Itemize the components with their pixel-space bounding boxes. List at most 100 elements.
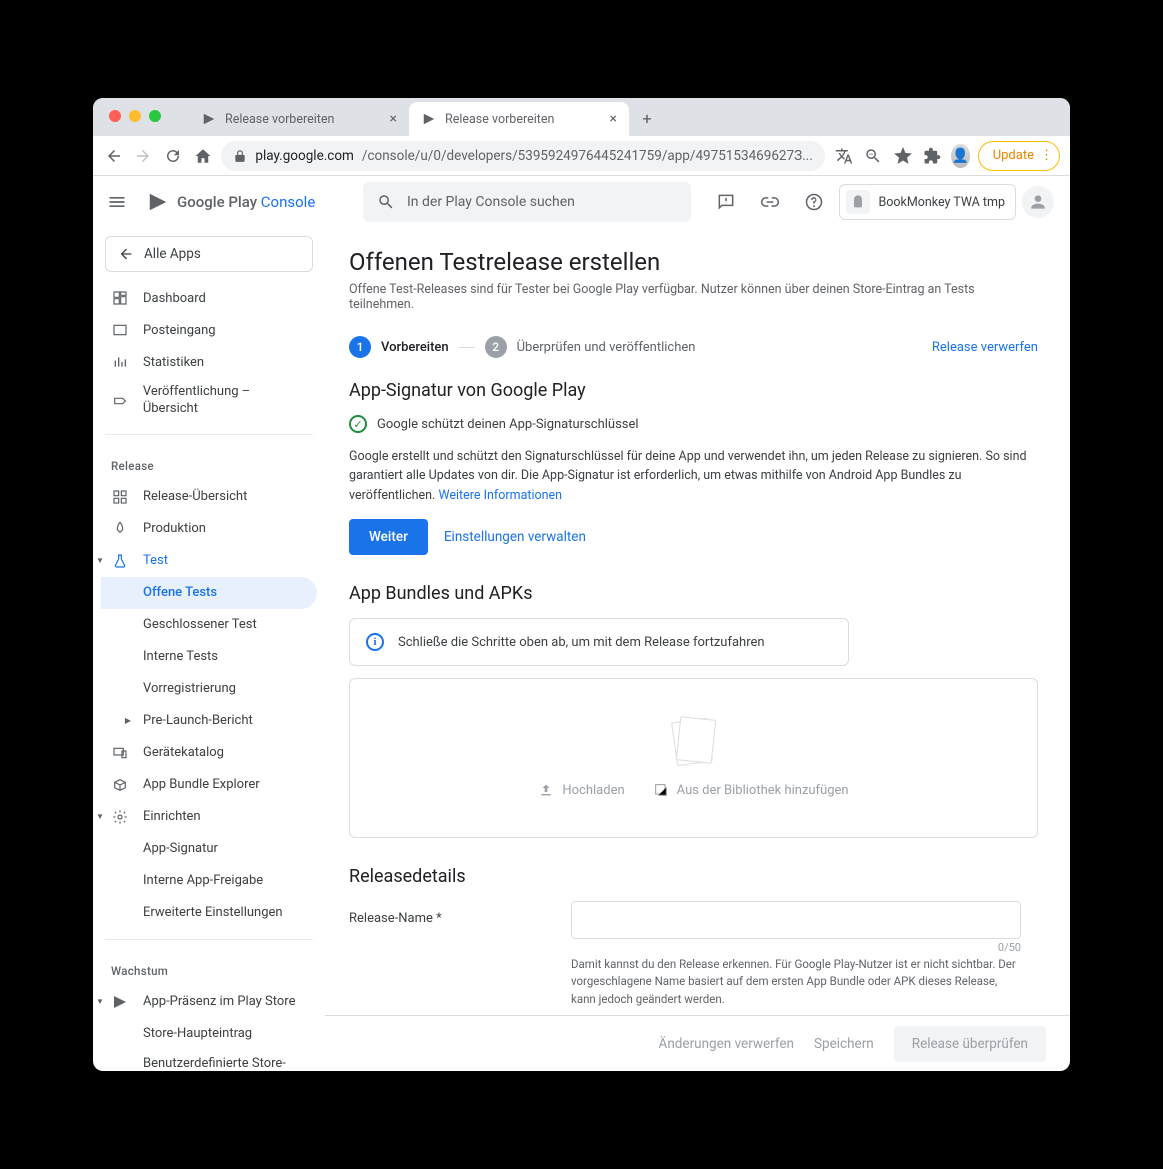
bookmark-icon[interactable] [892,142,914,170]
all-apps-button[interactable]: Alle Apps [105,236,313,272]
sidebar-item-internal-tests[interactable]: Interne Tests [101,641,317,673]
sidebar-item-release-overview[interactable]: Release-Übersicht [101,481,317,513]
sidebar-item-internal-sharing[interactable]: Interne App-Freigabe [101,865,317,897]
check-icon: ✓ [349,415,367,433]
sidebar-item-advanced[interactable]: Erweiterte Einstellungen [101,897,317,929]
play-icon [201,111,217,127]
profile-avatar[interactable]: 👤 [951,144,970,168]
section-release: Release [101,445,317,481]
update-button[interactable]: Update ⋮ [978,141,1060,171]
upload-icon [538,782,554,798]
back-button[interactable] [103,142,125,170]
sidebar-item-setup[interactable]: ▼Einrichten [101,801,317,833]
sidebar-item-devices[interactable]: Gerätekatalog [101,737,317,769]
app-selector[interactable]: BookMonkey TWA tmp [839,184,1016,220]
link-icon[interactable] [751,183,789,221]
help-icon[interactable] [795,183,833,221]
stepper: 1 Vorbereiten 2 Überprüfen und veröffent… [349,336,1038,358]
search-icon [377,193,395,211]
maximize-window[interactable] [149,110,161,122]
play-icon [147,191,169,213]
tab-title: Release vorbereiten [225,112,334,127]
lock-icon [233,149,247,163]
discard-release-link[interactable]: Release verwerfen [932,340,1038,355]
sidebar-item-prereg[interactable]: Vorregistrierung [101,673,317,705]
flask-icon [111,553,129,569]
minimize-window[interactable] [129,110,141,122]
sidebar-item-publishing[interactable]: Veröffentlichung – Übersicht [101,378,317,424]
search-input[interactable]: In der Play Console suchen [363,182,691,222]
sidebar-item-main-listing[interactable]: Store-Haupteintrag [101,1018,317,1050]
library-icon [653,782,669,798]
url-path: /console/u/0/developers/5395924976445241… [362,148,813,164]
sidebar-item-bundle-explorer[interactable]: App Bundle Explorer [101,769,317,801]
menu-icon[interactable] [103,188,131,216]
browser-toolbar: play.google.com/console/u/0/developers/5… [93,136,1070,176]
sidebar-item-closed-tests[interactable]: Geschlossener Test [101,609,317,641]
dashboard-icon [111,290,129,306]
sidebar-item-app-signing[interactable]: App-Signatur [101,833,317,865]
info-box: i Schließe die Schritte oben ab, um mit … [349,618,849,666]
overview-icon [111,489,129,505]
close-tab-icon[interactable]: × [390,111,397,127]
sidebar-item-dashboard[interactable]: Dashboard [101,282,317,314]
sidebar-item-production[interactable]: Produktion [101,513,317,545]
close-tab-icon[interactable]: × [610,111,617,127]
extensions-icon[interactable] [922,142,944,170]
info-icon: i [366,633,384,651]
release-name-label: Release-Name * [349,901,571,1008]
bundle-icon [111,777,129,793]
sidebar-item-inbox[interactable]: Posteingang [101,314,317,346]
close-window[interactable] [109,110,121,122]
sidebar-item-test[interactable]: ▼Test [101,545,317,577]
next-button[interactable]: Weiter [349,519,428,555]
home-button[interactable] [192,142,214,170]
app-header: Google Play Console In der Play Console … [93,176,1070,228]
upload-button[interactable]: Hochladen [538,782,624,798]
more-icon: ⋮ [1040,148,1053,163]
chevron-down-icon: ▼ [95,997,105,1006]
translate-icon[interactable] [833,142,855,170]
sidebar-item-prelaunch[interactable]: ▶Pre-Launch-Bericht [101,705,317,737]
release-name-help: Damit kannst du den Release erkennen. Fü… [571,956,1021,1008]
tab-title: Release vorbereiten [445,112,554,127]
manage-settings-link[interactable]: Einstellungen verwalten [444,529,586,545]
arrow-left-icon [118,246,134,262]
save-button[interactable]: Speichern [814,1036,874,1052]
brand-logo[interactable]: Google Play Console [147,191,347,213]
play-icon [421,111,437,127]
browser-tab-1[interactable]: Release vorbereiten × [189,102,409,136]
android-icon [846,190,870,214]
new-tab-button[interactable]: + [633,104,661,132]
add-from-library-button[interactable]: Aus der Bibliothek hinzufügen [653,782,849,798]
more-info-link[interactable]: Weitere Informationen [438,488,562,503]
stats-icon [111,354,129,370]
signing-description: Google erstellt und schützt den Signatur… [349,447,1038,505]
rocket-icon [111,521,129,537]
upload-dropzone[interactable]: Hochladen Aus der Bibliothek hinzufügen [349,678,1038,838]
forward-button[interactable] [133,142,155,170]
discard-changes-button[interactable]: Änderungen verwerfen [659,1036,794,1052]
inbox-icon [111,322,129,338]
chevron-down-icon: ▼ [95,812,105,821]
reload-button[interactable] [162,142,184,170]
step-2-label: Überprüfen und veröffentlichen [517,340,696,355]
chevron-right-icon: ▶ [123,716,133,725]
browser-tab-2[interactable]: Release vorbereiten × [409,102,629,136]
feedback-icon[interactable] [707,183,745,221]
zoom-icon[interactable] [862,142,884,170]
sidebar: Alle Apps Dashboard Posteingang Statisti… [93,228,325,1071]
signing-status: ✓ Google schützt deinen App-Signaturschl… [349,415,1038,433]
release-name-input[interactable] [571,901,1021,939]
sidebar-item-open-tests[interactable]: Offene Tests [101,577,317,609]
account-avatar[interactable] [1022,186,1054,218]
sidebar-item-store-presence[interactable]: ▼App-Präsenz im Play Store [101,986,317,1018]
devices-icon [111,745,129,761]
chevron-down-icon: ▼ [95,556,105,565]
address-bar[interactable]: play.google.com/console/u/0/developers/5… [221,141,824,171]
sidebar-item-statistics[interactable]: Statistiken [101,346,317,378]
sidebar-item-custom-listing[interactable]: Benutzerdefinierte Store-Einträge [101,1050,317,1071]
signing-heading: App-Signatur von Google Play [349,380,1038,401]
review-release-button[interactable]: Release überprüfen [894,1026,1046,1062]
publish-icon [111,393,129,409]
